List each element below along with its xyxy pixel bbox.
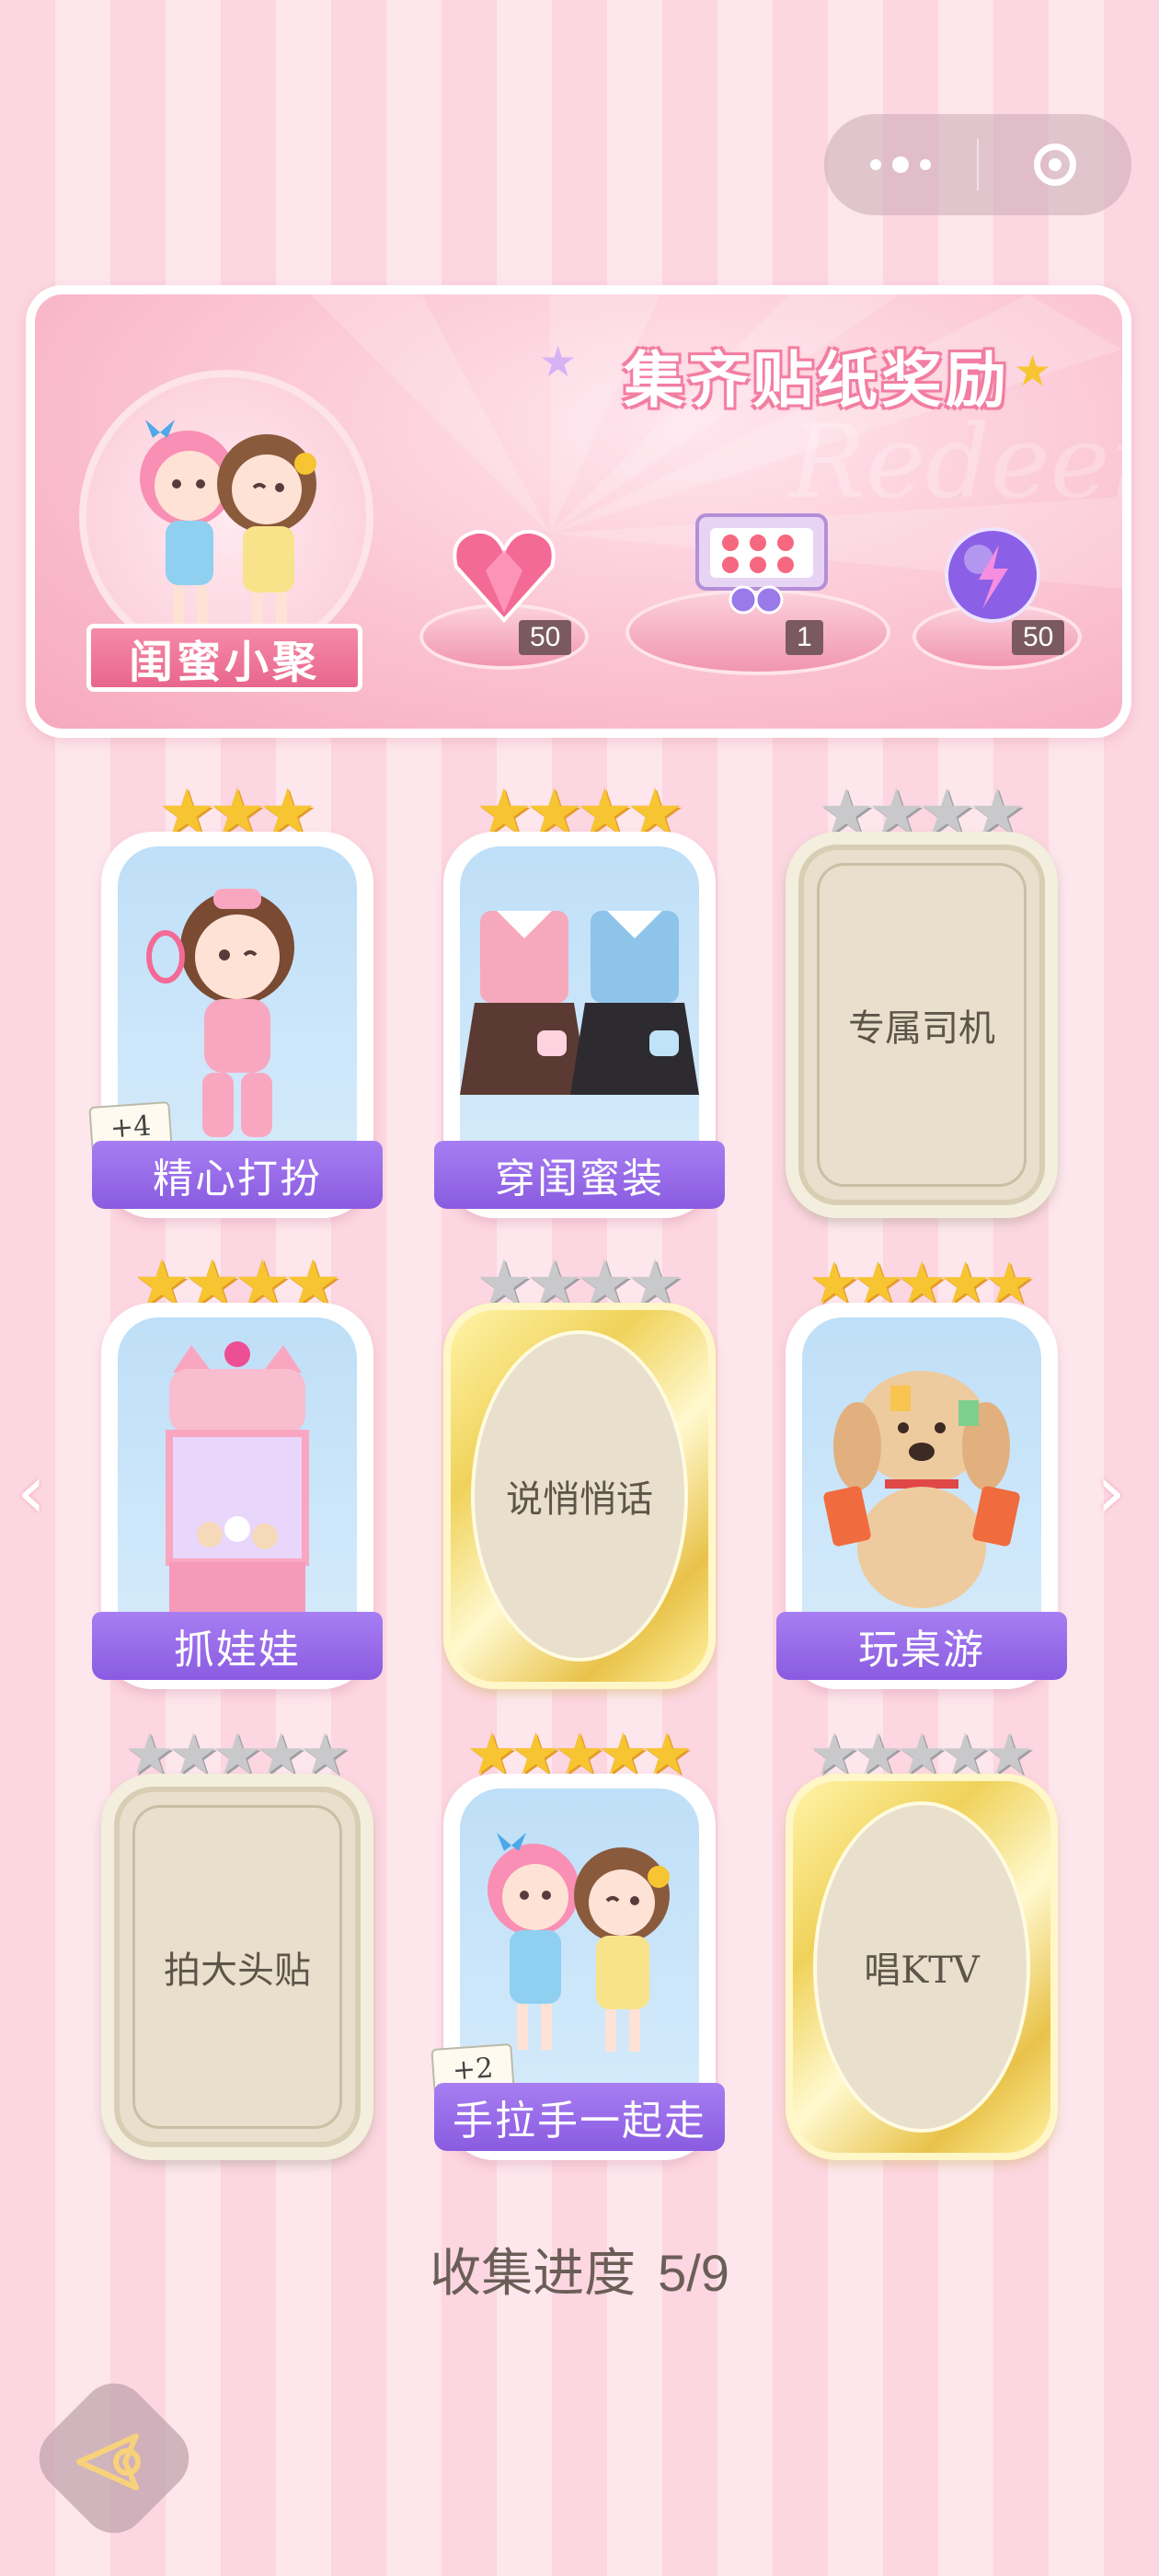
avatar-illustration — [79, 370, 373, 664]
sticker-card[interactable]: ★ ★ ★ ★ 抓娃娃 — [92, 1251, 383, 1689]
card-label: 说悄悄话 — [506, 1478, 653, 1521]
star-decor-icon: ★ — [539, 337, 578, 386]
progress-label: 收集进度 — [430, 2244, 637, 2304]
target-close-icon — [1034, 144, 1076, 186]
energy-orb-icon — [945, 527, 1040, 623]
card-illustration-claw-machine — [118, 1317, 357, 1658]
heart-gem-icon — [453, 529, 556, 623]
reward-count: 1 — [786, 620, 823, 655]
banner-title: 集齐贴纸奖励 — [624, 345, 1010, 416]
card-label: 专属司机 — [848, 1007, 995, 1050]
sticker-card-locked[interactable]: ★ ★ ★ ★ ★ 拍大头贴 — [101, 1722, 373, 2160]
sticker-card-locked[interactable]: ★ ★ ★ ★ 专属司机 — [786, 780, 1058, 1218]
card-illustration-matching-outfits — [460, 846, 699, 1187]
back-arrow-icon — [76, 2433, 141, 2490]
reward-count: 50 — [1012, 620, 1065, 655]
card-label: 穿闺蜜装 — [434, 1141, 725, 1209]
avatar-label: 闺蜜小聚 — [86, 624, 362, 692]
star-decor-icon: ★ — [1014, 346, 1052, 396]
sticker-card[interactable]: ★ ★ ★ +4 精心打扮 — [88, 780, 383, 1218]
sticker-card[interactable]: ★ ★ ★ ★ 穿闺蜜装 — [434, 780, 725, 1218]
card-label: 唱KTV — [864, 1949, 980, 1992]
card-label: 抓娃娃 — [92, 1612, 383, 1680]
card-label: 拍大头贴 — [164, 1949, 311, 1992]
sticker-card[interactable]: ★ ★ ★ ★ ★ 玩桌游 — [776, 1251, 1067, 1689]
close-button[interactable] — [979, 114, 1131, 215]
sticker-card[interactable]: ★ ★ ★ ★ ★ +2 手拉手一起走 — [430, 1722, 725, 2160]
gift-box-icon — [695, 513, 828, 615]
prev-page-arrow-icon[interactable]: ‹ — [17, 1455, 53, 1529]
reward-count: 50 — [519, 620, 572, 655]
card-illustration-dog-cards — [802, 1317, 1041, 1658]
card-label: 玩桌游 — [776, 1612, 1067, 1680]
sticker-card-locked[interactable]: ★ ★ ★ ★ 说悄悄话 — [443, 1251, 716, 1689]
miniprogram-capsule — [824, 114, 1131, 215]
card-label: 手拉手一起走 — [434, 2083, 725, 2151]
more-dots-icon — [870, 156, 931, 173]
next-page-arrow-icon[interactable]: › — [1096, 1455, 1133, 1529]
collection-progress: 收集进度 5/9 — [0, 2232, 1159, 2306]
reward-banner: Redeem ★ ★ 集齐贴纸奖励 闺蜜小聚 50 — [26, 285, 1131, 738]
sticker-card-locked[interactable]: ★ ★ ★ ★ ★ 唱KTV — [786, 1722, 1058, 2160]
progress-value: 5/9 — [658, 2244, 729, 2302]
more-button[interactable] — [824, 114, 977, 215]
card-label: 精心打扮 — [92, 1141, 383, 1209]
